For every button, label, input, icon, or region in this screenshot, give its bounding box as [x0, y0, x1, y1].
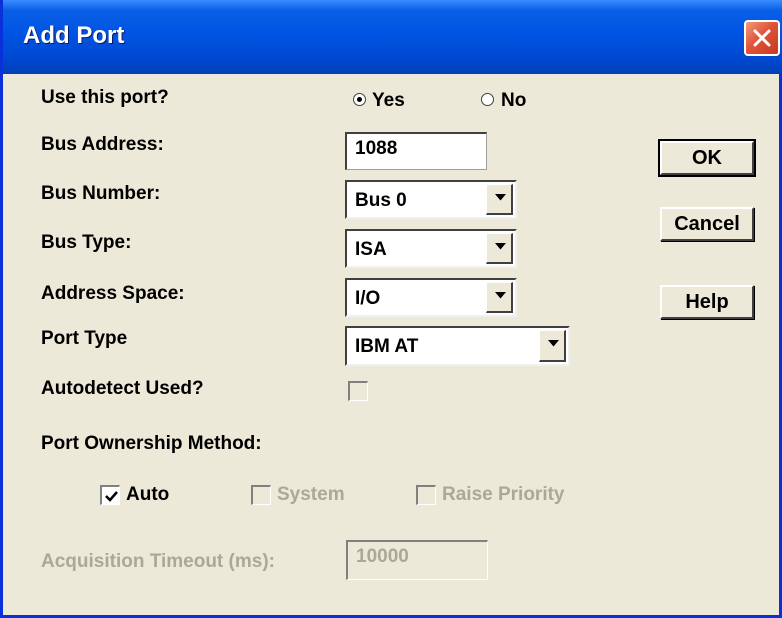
radio-no-indicator[interactable]	[481, 93, 494, 106]
chevron-down-icon	[495, 194, 506, 201]
close-button[interactable]	[744, 20, 780, 56]
bus-address-label: Bus Address:	[41, 134, 164, 155]
help-button[interactable]: Help	[660, 285, 754, 319]
auto-label[interactable]: Auto	[126, 484, 169, 506]
radio-yes-indicator[interactable]	[353, 93, 366, 106]
bus-address-input[interactable]: 1088	[345, 132, 487, 170]
autodetect-label: Autodetect Used?	[41, 378, 204, 399]
autodetect-checkbox[interactable]	[348, 381, 368, 401]
radio-selected-dot	[357, 97, 362, 102]
raise-priority-checkbox-box[interactable]	[416, 485, 436, 505]
bus-type-dropdown-button[interactable]	[486, 233, 513, 264]
add-port-dialog: Add Port Use this port? Yes No Bus Addre…	[0, 0, 782, 618]
ownership-method-label: Port Ownership Method:	[41, 433, 262, 454]
bus-number-dropdown-button[interactable]	[486, 184, 513, 215]
acquisition-timeout-label: Acquisition Timeout (ms):	[41, 551, 275, 572]
raise-priority-label: Raise Priority	[442, 484, 565, 505]
close-icon	[753, 29, 771, 47]
address-space-label: Address Space:	[41, 283, 185, 304]
address-space-dropdown-button[interactable]	[486, 282, 513, 313]
acquisition-timeout-input[interactable]: 10000	[346, 540, 488, 580]
port-type-select[interactable]: IBM AT	[345, 326, 570, 366]
bus-number-select[interactable]: Bus 0	[345, 180, 517, 219]
ok-button[interactable]: OK	[658, 139, 756, 177]
chevron-down-icon	[548, 340, 559, 347]
checkmark-icon	[105, 491, 118, 502]
chevron-down-icon	[495, 243, 506, 250]
window-title: Add Port	[23, 22, 125, 49]
bus-number-value: Bus 0	[355, 190, 407, 211]
address-space-select[interactable]: I/O	[345, 278, 517, 317]
auto-checkbox-box[interactable]	[100, 485, 120, 505]
cancel-button[interactable]: Cancel	[660, 207, 754, 241]
port-type-dropdown-button[interactable]	[539, 330, 566, 362]
bus-type-value: ISA	[355, 239, 387, 260]
bus-number-label: Bus Number:	[41, 183, 161, 204]
port-type-value: IBM AT	[355, 336, 419, 357]
chevron-down-icon	[495, 292, 506, 299]
title-bar[interactable]: Add Port	[3, 0, 782, 74]
use-port-no-label[interactable]: No	[501, 90, 526, 112]
bus-type-label: Bus Type:	[41, 232, 132, 253]
use-port-yes-label[interactable]: Yes	[372, 90, 405, 112]
system-label: System	[277, 484, 345, 505]
bus-type-select[interactable]: ISA	[345, 229, 517, 268]
system-checkbox-box[interactable]	[251, 485, 271, 505]
use-port-label: Use this port?	[41, 87, 169, 108]
port-type-label: Port Type	[41, 328, 128, 349]
address-space-value: I/O	[355, 288, 381, 309]
